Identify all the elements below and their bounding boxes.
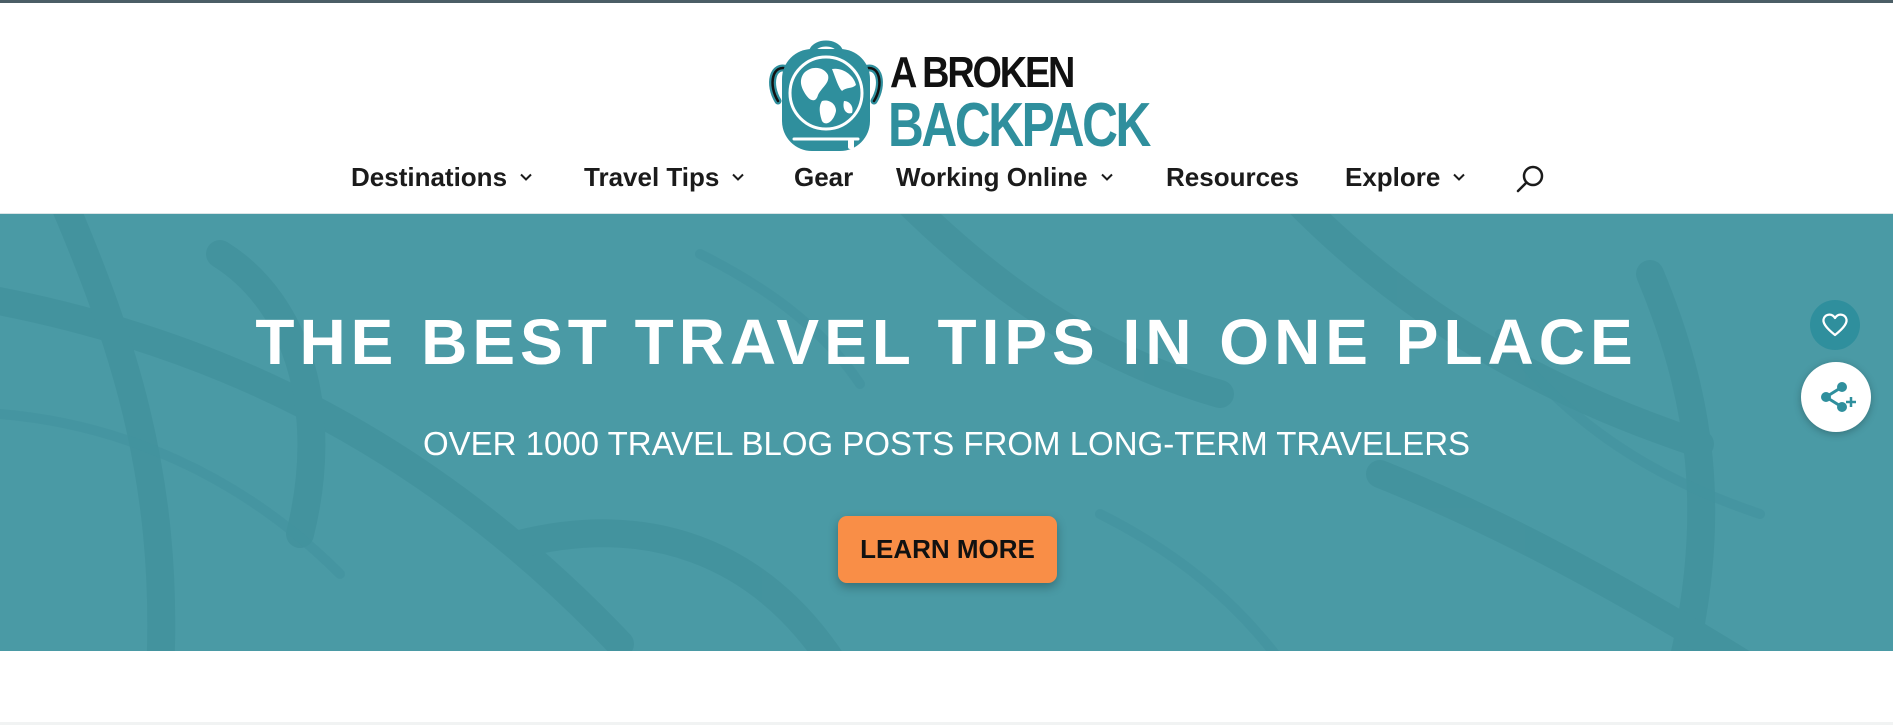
hero-title: THE BEST TRAVEL TIPS IN ONE PLACE	[255, 306, 1638, 378]
nav-item-gear[interactable]: Gear	[794, 155, 853, 199]
hero-subtitle: OVER 1000 TRAVEL BLOG POSTS FROM LONG-TE…	[422, 425, 1471, 462]
logo-text-bottom: BACKPACK	[888, 91, 1151, 160]
share-icon	[1821, 382, 1856, 412]
site-header: A BROKEN BACKPACK Destinations Travel Ti…	[0, 3, 1893, 214]
nav-item-label: Explore	[1345, 161, 1441, 192]
nav-item-label: Resources	[1166, 161, 1299, 192]
chevron-down-icon	[1453, 173, 1466, 181]
nav-item-label: Travel Tips	[584, 161, 720, 192]
learn-more-button[interactable]: LEARN MORE	[838, 516, 1057, 583]
nav-item-travel-tips[interactable]: Travel Tips	[584, 155, 745, 199]
favorite-button[interactable]	[1810, 300, 1860, 350]
share-button[interactable]	[1801, 362, 1871, 432]
main-nav: Destinations Travel Tips Gear Working On…	[0, 155, 1893, 199]
nav-item-resources[interactable]: Resources	[1166, 155, 1299, 199]
nav-item-working-online[interactable]: Working Online	[896, 155, 1114, 199]
search-icon[interactable]	[1514, 163, 1546, 195]
site-logo[interactable]: A BROKEN BACKPACK	[766, 39, 1151, 157]
logo-text-top: A BROKEN	[890, 48, 1075, 97]
nav-item-label: Gear	[794, 161, 854, 192]
nav-item-destinations[interactable]: Destinations	[351, 155, 533, 199]
hero-banner: THE BEST TRAVEL TIPS IN ONE PLACE OVER 1…	[0, 214, 1893, 651]
heart-icon	[1822, 313, 1848, 337]
nav-item-explore[interactable]: Explore	[1345, 155, 1466, 199]
nav-item-label: Working Online	[896, 161, 1088, 192]
chevron-down-icon	[732, 173, 745, 181]
nav-item-label: Destinations	[351, 161, 508, 192]
chevron-down-icon	[520, 173, 532, 181]
backpack-globe-icon	[769, 40, 883, 151]
chevron-down-icon	[1100, 173, 1113, 181]
